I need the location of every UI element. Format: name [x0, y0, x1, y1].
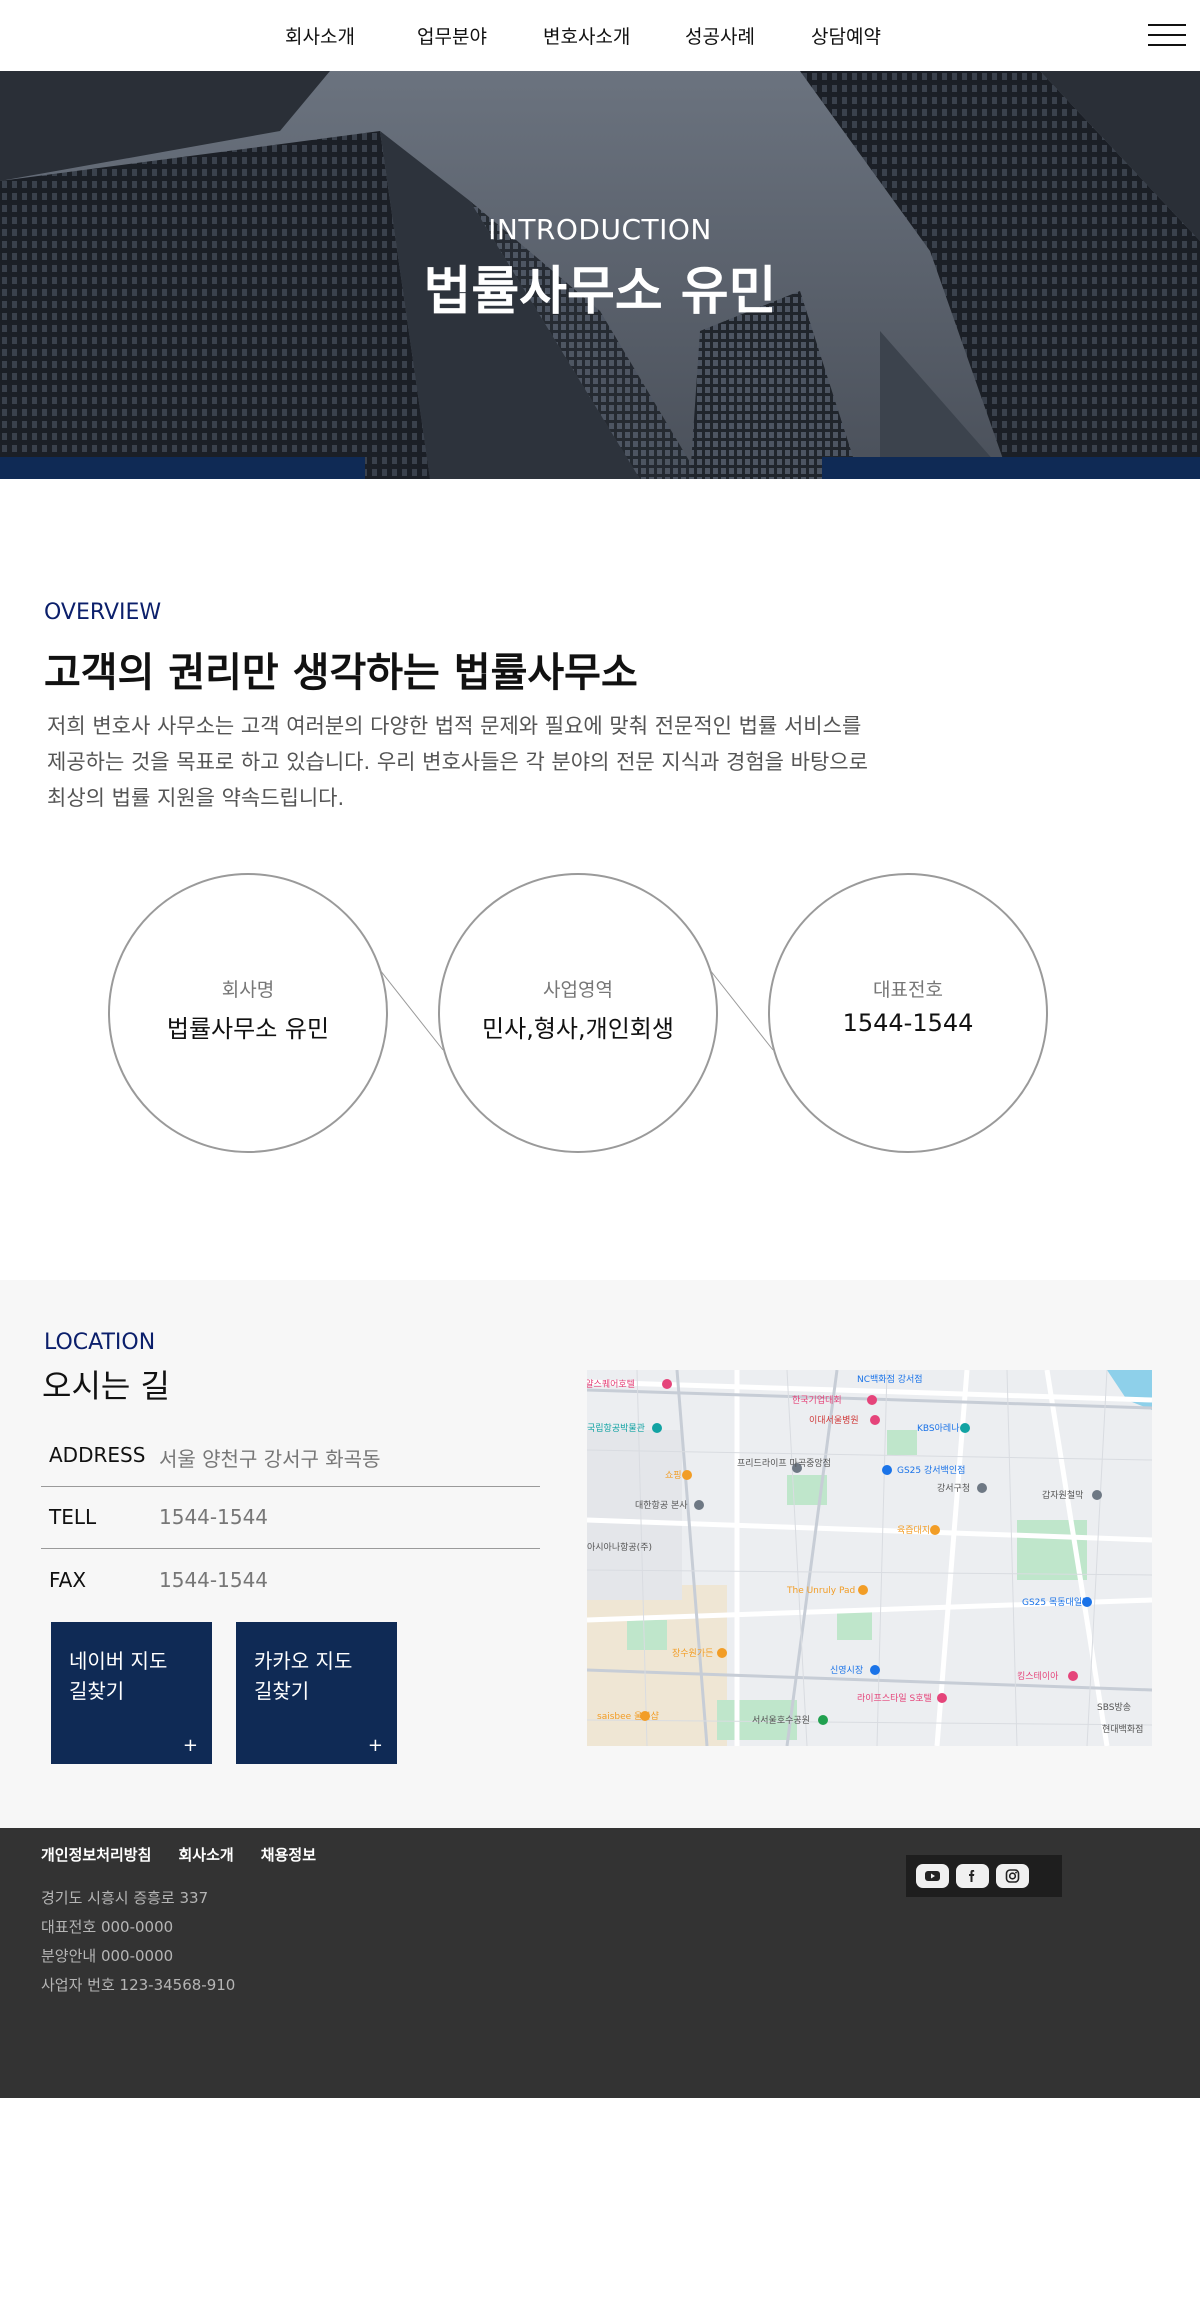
nav-item-about[interactable]: 회사소개 [285, 22, 355, 49]
map-image: 로얄스퀘어호텔 NC백화점 강서점 한국기업대회 이대서울병원 KBS아레나 국… [587, 1370, 1152, 1746]
footer-link-careers[interactable]: 채용정보 [261, 1844, 316, 1865]
svg-text:프리드라이프 마곡중앙점: 프리드라이프 마곡중앙점 [737, 1457, 831, 1469]
instagram-icon[interactable] [996, 1864, 1029, 1888]
nav-item-practice[interactable]: 업무분야 [417, 22, 487, 49]
nav-item-lawyers[interactable]: 변호사소개 [543, 22, 630, 49]
button-line: 카카오 지도 [254, 1649, 353, 1673]
location-section: LOCATION 오시는 길 ADDRESS 서울 양천구 강서구 화곡동 TE… [0, 1280, 1200, 1828]
svg-text:신영시장: 신영시장 [830, 1665, 863, 1676]
svg-text:쇼핑: 쇼핑 [665, 1470, 682, 1481]
svg-text:강서구청: 강서구청 [937, 1483, 970, 1494]
fax-value: 1544-1544 [159, 1568, 269, 1592]
svg-text:서서울호수공원: 서서울호수공원 [752, 1715, 810, 1726]
naver-map-button-label: 네이버 지도 길찾기 [69, 1646, 199, 1706]
footer-info-line: 대표전호 000-0000 [41, 1918, 174, 1936]
svg-text:한국기업대회: 한국기업대회 [792, 1395, 842, 1406]
overview-label: OVERVIEW [44, 600, 162, 625]
svg-text:국립항공박물관: 국립항공박물관 [587, 1423, 645, 1434]
svg-text:현대백화점: 현대백화점 [1102, 1723, 1143, 1735]
svg-text:saisbee 울본샵: saisbee 울본샵 [597, 1711, 659, 1722]
circle-value: 법률사무소 유민 [166, 1015, 330, 1043]
naver-map-button[interactable]: 네이버 지도 길찾기 + [51, 1622, 212, 1764]
info-circles: 회사명 법률사무소 유민 사업영역 민사,형사,개인회생 대표전호 1544-1… [0, 870, 1200, 1160]
footer-info-line: 사업자 번호 123-34568-910 [41, 1976, 236, 1994]
footer-link-privacy[interactable]: 개인정보처리방침 [41, 1844, 151, 1865]
tell-row: TELL 1544-1544 [41, 1487, 540, 1549]
circle-label: 대표전호 [873, 979, 943, 1001]
footer-company-info: 경기도 시흥시 증흥로 337 대표전호 000-0000 분양안내 000-0… [41, 1884, 235, 2000]
site-header: 회사소개 업무분야 변호사소개 성공사례 상담예약 [0, 0, 1200, 71]
nav-item-consult[interactable]: 상담예약 [811, 22, 881, 49]
circle-business-area: 사업영역 민사,형사,개인회생 [438, 873, 718, 1153]
overview-title: 고객의 권리만 생각하는 법률사무소 [44, 650, 638, 696]
overview-desc-line: 저희 변호사 사무소는 고객 여러분의 다양한 법적 문제와 필요에 맞춰 전문… [47, 714, 862, 738]
circle-company-name: 회사명 법률사무소 유민 [108, 873, 388, 1153]
youtube-icon[interactable] [916, 1864, 949, 1888]
plus-icon: + [367, 1735, 383, 1756]
svg-text:대한항공 본사: 대한항공 본사 [635, 1500, 688, 1511]
svg-text:GS25 강서백인점: GS25 강서백인점 [897, 1464, 965, 1476]
fax-key: FAX [49, 1568, 87, 1592]
svg-text:킹스테이아: 킹스테이아 [1017, 1670, 1059, 1682]
button-line: 네이버 지도 [69, 1649, 168, 1673]
site-footer: 개인정보처리방침 회사소개 채용정보 경기도 시흥시 증흥로 337 대표전호 … [0, 1828, 1200, 2098]
circle-label: 사업영역 [543, 979, 613, 1001]
main-nav: 회사소개 업무분야 변호사소개 성공사례 상담예약 [0, 0, 1200, 71]
location-title: 오시는 길 [42, 1367, 170, 1405]
svg-text:GS25 목동대일점: GS25 목동대일점 [1022, 1596, 1090, 1608]
hero-title: 법률사무소 유민 [423, 262, 777, 322]
circle-value: 1544-1544 [842, 1009, 974, 1037]
button-line: 길찾기 [254, 1679, 310, 1703]
svg-text:The Unruly Pad: The Unruly Pad [786, 1586, 855, 1596]
circle-value: 민사,형사,개인회생 [482, 1015, 674, 1043]
tell-value: 1544-1544 [159, 1505, 269, 1529]
svg-text:NC백화점 강서점: NC백화점 강서점 [857, 1373, 923, 1385]
nav-item-cases[interactable]: 성공사례 [685, 22, 755, 49]
address-value: 서울 양천구 강서구 화곡동 [159, 1447, 381, 1471]
facebook-icon[interactable] [956, 1864, 989, 1888]
plus-icon: + [182, 1735, 198, 1756]
hamburger-menu-icon[interactable] [1148, 24, 1186, 46]
tell-key: TELL [49, 1505, 97, 1529]
button-line: 길찾기 [69, 1679, 125, 1703]
kakao-map-button[interactable]: 카카오 지도 길찾기 + [236, 1622, 397, 1764]
svg-text:KBS아레나: KBS아레나 [917, 1423, 959, 1434]
footer-info-line: 경기도 시흥시 증흥로 337 [41, 1889, 209, 1907]
svg-text:갑자원철막: 갑자원철막 [1042, 1489, 1083, 1501]
location-map[interactable]: 로얄스퀘어호텔 NC백화점 강서점 한국기업대회 이대서울병원 KBS아레나 국… [587, 1370, 1152, 1746]
hero-subtitle: INTRODUCTION [488, 213, 712, 246]
svg-text:장수원가든: 장수원가든 [672, 1648, 713, 1659]
svg-text:SBS방송: SBS방송 [1097, 1702, 1131, 1713]
footer-info-line: 분양안내 000-0000 [41, 1947, 174, 1965]
hero-banner: INTRODUCTION 법률사무소 유민 [0, 71, 1200, 479]
svg-text:로얄스퀘어호텔: 로얄스퀘어호텔 [587, 1378, 635, 1390]
svg-text:아시아나항공(주): 아시아나항공(주) [587, 1542, 652, 1553]
hero-accent-bar-right [822, 457, 1200, 479]
hero-accent-bar-left [0, 457, 365, 479]
address-key: ADDRESS [49, 1443, 146, 1467]
footer-links: 개인정보처리방침 회사소개 채용정보 [41, 1844, 338, 1865]
footer-link-about[interactable]: 회사소개 [179, 1844, 234, 1865]
fax-row: FAX 1544-1544 [41, 1550, 540, 1612]
overview-desc-line: 제공하는 것을 목표로 하고 있습니다. 우리 변호사들은 각 분야의 전문 지… [47, 750, 868, 774]
address-row: ADDRESS 서울 양천구 강서구 화곡동 [41, 1425, 540, 1487]
social-links [906, 1855, 1062, 1897]
kakao-map-button-label: 카카오 지도 길찾기 [254, 1646, 384, 1706]
overview-desc-line: 최상의 법률 지원을 약속드립니다. [47, 786, 345, 810]
location-label: LOCATION [44, 1330, 156, 1355]
circle-phone: 대표전호 1544-1544 [768, 873, 1048, 1153]
svg-text:이대서울병원: 이대서울병원 [809, 1415, 859, 1426]
svg-text:육즙대지: 육즙대지 [897, 1525, 930, 1536]
overview-description: 저희 변호사 사무소는 고객 여러분의 다양한 법적 문제와 필요에 맞춰 전문… [47, 708, 927, 816]
circle-label: 회사명 [221, 979, 275, 1001]
svg-text:라이프스타일 S호텔: 라이프스타일 S호텔 [857, 1692, 932, 1704]
